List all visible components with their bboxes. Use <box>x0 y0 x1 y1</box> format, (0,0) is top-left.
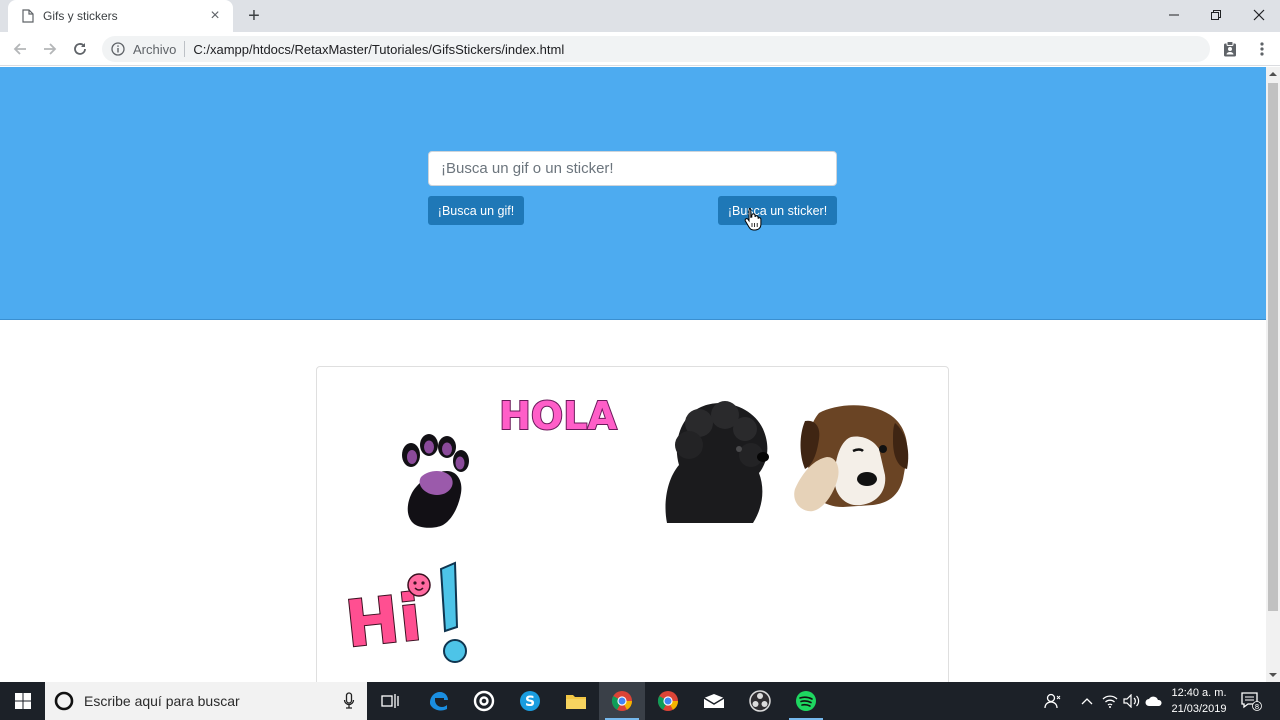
close-window-button[interactable] <box>1237 0 1280 30</box>
clock-date: 21/03/2019 <box>1171 703 1227 715</box>
arrow-left-icon <box>13 43 26 55</box>
minimize-button[interactable] <box>1152 0 1196 30</box>
clock-time: 12:40 a. m. <box>1171 687 1227 699</box>
taskbar-chrome-active[interactable] <box>599 682 645 720</box>
cortana-icon <box>54 691 74 711</box>
onedrive-button[interactable] <box>1144 682 1164 720</box>
reload-icon <box>74 43 86 55</box>
people-icon <box>1044 693 1061 709</box>
groove-music-icon <box>473 690 495 712</box>
chrome-icon <box>611 691 633 711</box>
task-view-button[interactable] <box>367 682 413 720</box>
paw-sticker[interactable] <box>393 433 479 533</box>
action-center-button[interactable]: 8 <box>1238 682 1264 720</box>
scroll-down-button[interactable] <box>1266 668 1280 682</box>
people-button[interactable] <box>1042 682 1064 720</box>
windows-taskbar: Escribe aquí para buscar S 12:40 a. m. 2… <box>0 682 1280 720</box>
back-button[interactable] <box>9 38 31 60</box>
windows-logo-icon <box>14 693 31 709</box>
network-button[interactable] <box>1100 682 1120 720</box>
skype-icon: S <box>520 691 540 711</box>
info-icon[interactable] <box>111 42 125 56</box>
start-button[interactable] <box>0 682 45 720</box>
taskbar-edge[interactable] <box>415 682 461 720</box>
taskbar-skype[interactable]: S <box>507 682 553 720</box>
triangle-up-icon <box>1269 72 1277 76</box>
taskbar-groove[interactable] <box>461 682 507 720</box>
wifi-icon <box>1102 695 1118 708</box>
more-vert-icon <box>1260 42 1264 56</box>
restore-button[interactable] <box>1194 0 1238 30</box>
search-header: ¡Busca un gif! ¡Busca un sticker! <box>0 67 1266 320</box>
show-hidden-icons-button[interactable] <box>1078 682 1096 720</box>
folder-icon <box>566 695 586 709</box>
taskbar-clock[interactable]: 12:40 a. m. 21/03/2019 <box>1163 685 1235 717</box>
taskbar-search-box[interactable]: Escribe aquí para buscar <box>45 682 367 720</box>
microphone-icon[interactable] <box>343 692 355 710</box>
mail-icon <box>703 694 725 708</box>
spotify-icon <box>796 691 816 711</box>
clipboard-icon <box>1224 41 1236 57</box>
search-gif-button[interactable]: ¡Busca un gif! <box>428 196 524 225</box>
new-tab-button[interactable]: + <box>243 5 265 27</box>
origin-label: Archivo <box>133 41 177 57</box>
results-container: HOLA Hi <box>316 366 949 682</box>
chrome-icon <box>657 691 679 711</box>
tab-gifs-stickers[interactable]: Gifs y stickers × <box>8 0 233 32</box>
omnibox-divider <box>184 41 186 57</box>
search-input[interactable] <box>428 151 837 186</box>
forward-button[interactable] <box>39 38 61 60</box>
chevron-up-icon <box>1081 698 1093 705</box>
speaker-icon <box>1123 694 1140 708</box>
svg-text:S: S <box>525 694 535 710</box>
beagle-sticker[interactable] <box>793 397 917 521</box>
hand-cursor-icon <box>744 208 762 231</box>
arrow-right-icon <box>44 43 57 55</box>
page-icon <box>22 9 34 23</box>
notification-count: 8 <box>1255 703 1259 711</box>
tab-title: Gifs y stickers <box>43 9 118 23</box>
scrollbar-thumb[interactable] <box>1268 83 1278 611</box>
url-text[interactable]: C:/xampp/htdocs/RetaxMaster/Tutoriales/G… <box>193 42 564 57</box>
close-icon <box>1253 9 1265 21</box>
hola-sticker[interactable]: HOLA <box>495 393 621 437</box>
address-bar[interactable]: Archivo C:/xampp/htdocs/RetaxMaster/Tuto… <box>102 36 1210 62</box>
notification-icon: 8 <box>1241 692 1262 711</box>
search-sticker-button[interactable]: ¡Busca un sticker! <box>718 196 837 225</box>
minimize-icon <box>1169 14 1179 16</box>
hola-sticker-text: HOLA <box>499 394 617 437</box>
taskbar-spotify[interactable] <box>783 682 829 720</box>
browser-menu-button[interactable] <box>1252 39 1272 59</box>
taskbar-search-text: Escribe aquí para buscar <box>84 693 240 709</box>
task-view-icon <box>381 694 399 708</box>
tab-strip: Gifs y stickers × + <box>0 0 1280 32</box>
browser-toolbar: Archivo C:/xampp/htdocs/RetaxMaster/Tuto… <box>0 32 1280 66</box>
hi-sticker[interactable]: Hi <box>339 557 475 665</box>
edge-icon <box>430 692 448 711</box>
volume-button[interactable] <box>1122 682 1142 720</box>
taskbar-chrome[interactable] <box>645 682 691 720</box>
taskbar-obs[interactable] <box>737 682 783 720</box>
poodle-sticker[interactable] <box>659 399 777 523</box>
scroll-up-button[interactable] <box>1266 67 1280 81</box>
restore-icon <box>1211 10 1221 20</box>
close-tab-icon[interactable]: × <box>207 8 223 24</box>
triangle-down-icon <box>1269 673 1277 677</box>
taskbar-file-explorer[interactable] <box>553 682 599 720</box>
clipboard-extension-button[interactable] <box>1220 39 1240 59</box>
taskbar-mail[interactable] <box>691 682 737 720</box>
obs-icon <box>749 690 771 712</box>
cloud-icon <box>1145 696 1162 706</box>
reload-button[interactable] <box>69 38 91 60</box>
page-scrollbar[interactable] <box>1266 67 1280 682</box>
page-viewport: ¡Busca un gif! ¡Busca un sticker! HOLA <box>0 67 1266 682</box>
